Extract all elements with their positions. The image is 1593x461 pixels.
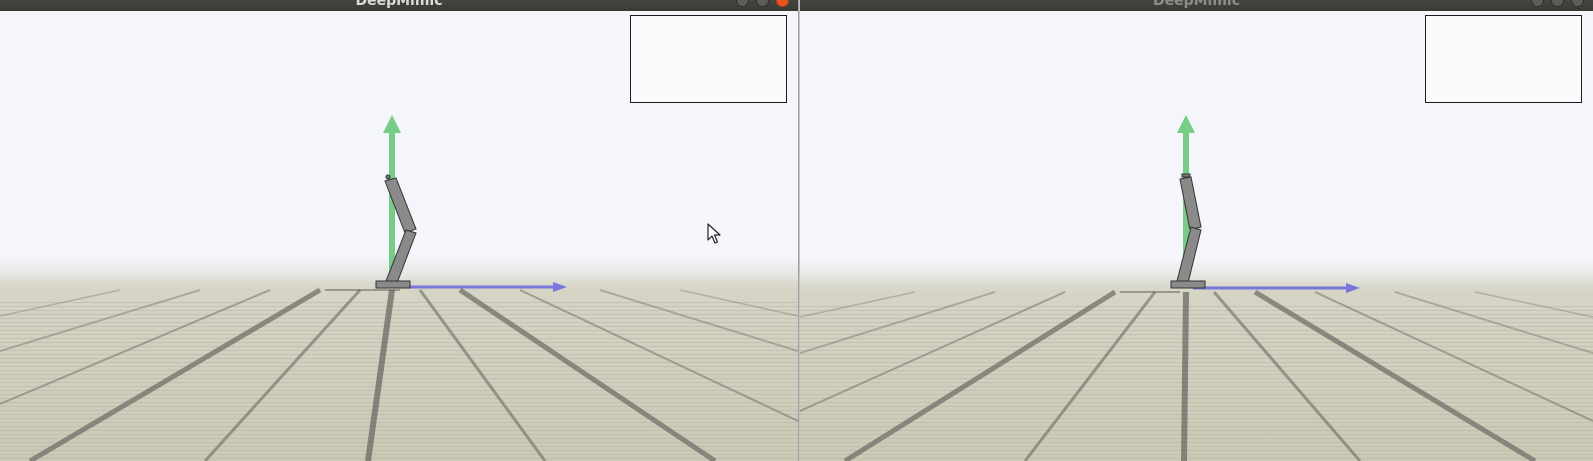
deepmimic-window-left[interactable]: DeepMimic: [0, 0, 798, 461]
minimap-panel: [1425, 15, 1582, 103]
mouse-pointer-icon: [707, 223, 721, 244]
titlebar[interactable]: DeepMimic: [0, 0, 798, 11]
window-title: DeepMimic: [355, 0, 443, 9]
floor-stripes: [800, 303, 1593, 461]
minimap-panel: [630, 15, 787, 103]
titlebar[interactable]: DeepMimic: [800, 0, 1593, 11]
window-title: DeepMimic: [1152, 0, 1241, 9]
deepmimic-window-right[interactable]: DeepMimic: [800, 0, 1593, 461]
